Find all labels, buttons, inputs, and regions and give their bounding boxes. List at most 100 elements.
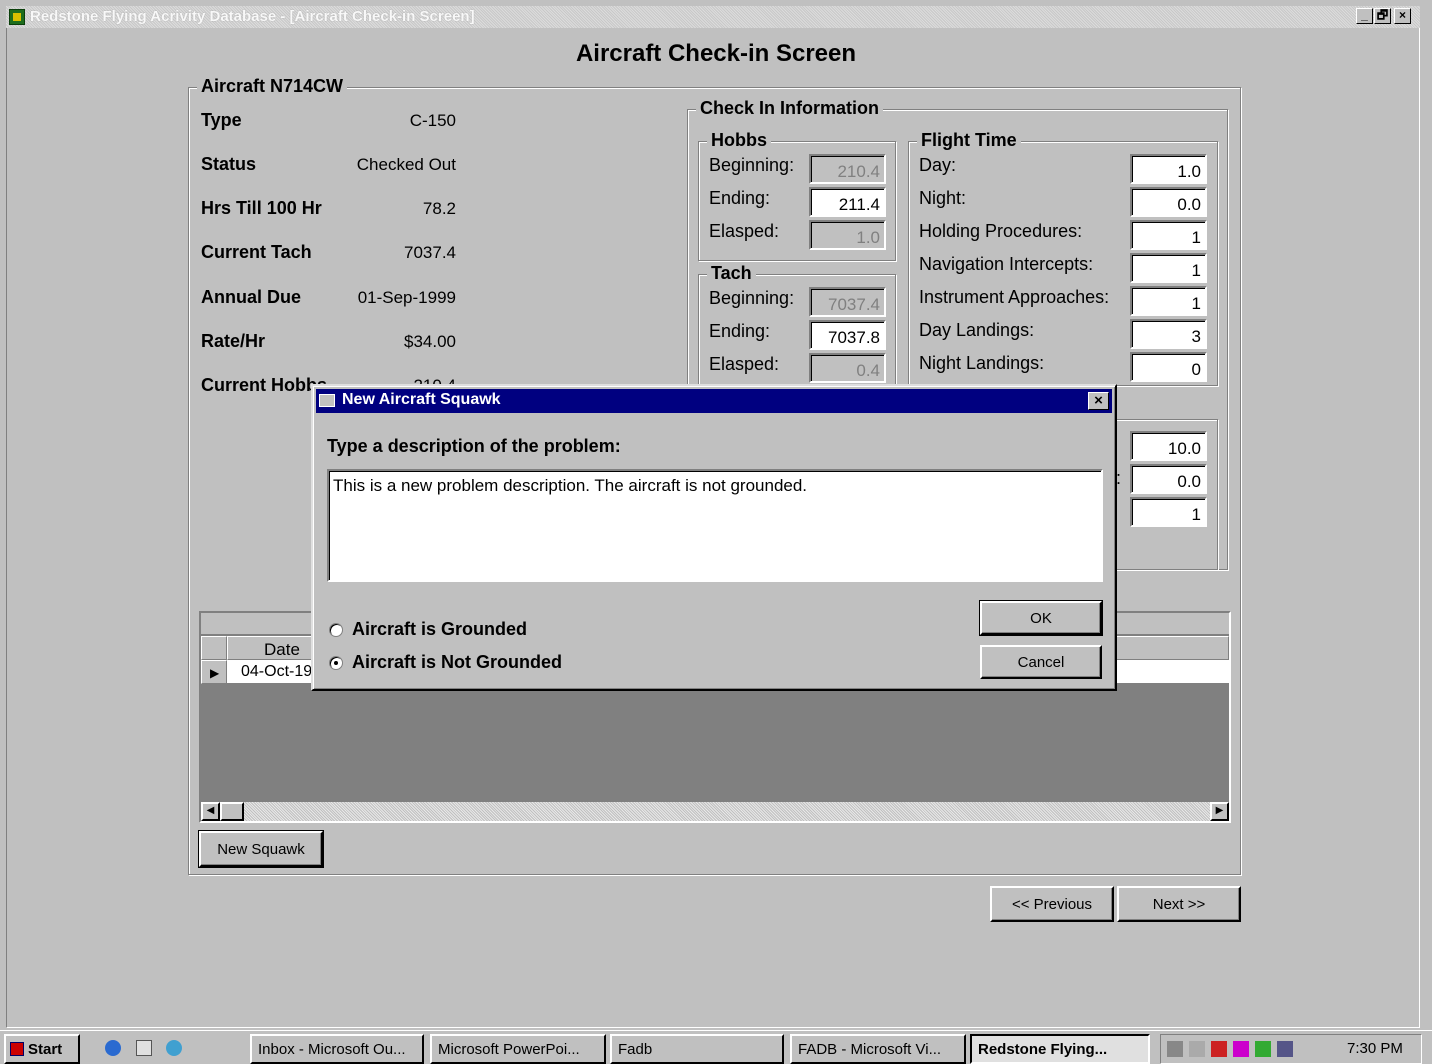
type-value: C-150 — [409, 111, 456, 130]
taskbar-item-inbox[interactable]: Inbox - Microsoft Ou... — [250, 1034, 424, 1064]
scroll-right-icon[interactable]: ▶ — [1210, 802, 1229, 821]
dialog-close-icon[interactable]: × — [1088, 392, 1109, 410]
grounded-label[interactable]: Aircraft is Grounded — [352, 619, 527, 640]
flight-time-label: Flight Time — [917, 130, 1021, 151]
previous-button[interactable]: << Previous — [990, 886, 1114, 922]
dialog-title: New Aircraft Squawk — [342, 391, 501, 408]
scroll-left-icon[interactable]: ◀ — [201, 802, 220, 821]
type-label: Type — [201, 110, 242, 130]
taskbar-item-fadb-folder[interactable]: Fadb — [610, 1034, 784, 1064]
taskbar-item-fadb-vi[interactable]: FADB - Microsoft Vi... — [790, 1034, 966, 1064]
night-field[interactable]: 0.0 — [1130, 187, 1207, 217]
taskbar-item-label: Fadb — [618, 1041, 653, 1058]
day-label: Day: — [919, 155, 957, 175]
tach-ending-field[interactable]: 7037.8 — [809, 320, 886, 350]
check-in-label: Check In Information — [696, 98, 884, 119]
windows-logo-icon — [10, 1042, 24, 1056]
hobbs-label: Hobbs — [707, 130, 771, 151]
page-title: Aircraft Check-in Screen — [575, 40, 857, 67]
window-title: Redstone Flying Acrivity Database - [Air… — [30, 8, 475, 25]
grounded-radio[interactable] — [329, 623, 343, 637]
volume-icon[interactable] — [1189, 1041, 1205, 1057]
day-landings-field[interactable]: 3 — [1130, 319, 1207, 349]
tach-beginning-field: 7037.4 — [809, 287, 886, 317]
tray-icon-4[interactable] — [1233, 1041, 1249, 1057]
tray-icon-6[interactable] — [1277, 1041, 1293, 1057]
status-value: Checked Out — [356, 155, 456, 174]
antivirus-icon[interactable] — [1211, 1041, 1227, 1057]
taskbar: Start Inbox - Microsoft Ou... Microsoft … — [0, 1030, 1432, 1064]
system-tray: 7:30 PM — [1160, 1034, 1422, 1064]
channels-icon[interactable] — [166, 1040, 182, 1056]
start-label: Start — [28, 1041, 63, 1058]
hobbs-elapsed-field: 1.0 — [809, 220, 886, 250]
hobbs-beginning-field: 210.4 — [809, 154, 886, 184]
hrs-till-100-value: 78.2 — [422, 199, 456, 218]
tray-icon-5[interactable] — [1255, 1041, 1271, 1057]
navigation-intercepts-field[interactable]: 1 — [1130, 253, 1207, 283]
night-landings-field[interactable]: 0 — [1130, 352, 1207, 382]
dialog-prompt: Type a description of the problem: — [327, 436, 621, 456]
current-hobbs-label: Current Hobbs — [201, 375, 327, 395]
current-tach-value: 7037.4 — [404, 243, 456, 262]
outlook-icon[interactable] — [136, 1040, 152, 1056]
not-grounded-radio[interactable] — [329, 656, 343, 670]
dialog-titlebar[interactable]: New Aircraft Squawk × — [316, 389, 1112, 413]
day-landings-label: Day Landings: — [919, 320, 1035, 340]
not-grounded-label[interactable]: Aircraft is Not Grounded — [352, 652, 562, 673]
taskbar-item-label: Redstone Flying... — [978, 1041, 1108, 1058]
taskbar-item-powerpoint[interactable]: Microsoft PowerPoi... — [430, 1034, 606, 1064]
annual-due-value: 01-Sep-1999 — [357, 288, 456, 307]
instrument-approaches-field[interactable]: 1 — [1130, 286, 1207, 316]
night-landings-label: Night Landings: — [919, 353, 1045, 373]
night-label: Night: — [919, 188, 967, 208]
clock[interactable]: 7:30 PM — [1347, 1040, 1403, 1057]
new-squawk-button[interactable]: New Squawk — [198, 830, 324, 868]
window-titlebar[interactable]: Redstone Flying Acrivity Database - [Air… — [6, 6, 1420, 28]
column-date-label: Date — [264, 640, 300, 659]
hobbs-ending-label: Ending: — [709, 188, 771, 208]
rate-label: Rate/Hr — [201, 331, 266, 351]
taskbar-item-label: FADB - Microsoft Vi... — [798, 1041, 942, 1058]
hobbs-elapsed-label: Elasped: — [709, 221, 780, 241]
other-field-3[interactable]: 1 — [1130, 497, 1207, 527]
description-textarea[interactable]: This is a new problem description. The a… — [327, 469, 1103, 582]
annual-due-label: Annual Due — [201, 287, 302, 307]
status-label: Status — [201, 154, 257, 174]
holding-procedures-field[interactable]: 1 — [1130, 220, 1207, 250]
new-squawk-dialog: New Aircraft Squawk × Type a description… — [311, 384, 1117, 691]
taskbar-item-redstone[interactable]: Redstone Flying... — [970, 1034, 1150, 1064]
grid-corner — [201, 636, 227, 660]
horizontal-scrollbar[interactable]: ◀ ▶ — [201, 802, 1229, 821]
minimize-button[interactable]: _ — [1356, 8, 1373, 24]
ok-button[interactable]: OK — [979, 600, 1103, 636]
rate-value: $34.00 — [404, 332, 456, 351]
tach-ending-label: Ending: — [709, 321, 771, 341]
hrs-till-100-label: Hrs Till 100 Hr — [201, 198, 322, 218]
browser-icon[interactable] — [105, 1040, 121, 1056]
day-field[interactable]: 1.0 — [1130, 154, 1207, 184]
other-field-1[interactable]: 10.0 — [1130, 431, 1207, 461]
start-button[interactable]: Start — [4, 1034, 80, 1064]
instrument-approaches-label: Instrument Approaches: — [919, 287, 1110, 307]
holding-procedures-label: Holding Procedures: — [919, 221, 1083, 241]
restore-button[interactable]: 🗗 — [1374, 8, 1391, 24]
tray-icon-1[interactable] — [1167, 1041, 1183, 1057]
hobbs-ending-field[interactable]: 211.4 — [809, 187, 886, 217]
row-selector-icon[interactable]: ▶ — [201, 660, 227, 684]
current-tach-label: Current Tach — [201, 242, 312, 262]
tach-label: Tach — [707, 263, 756, 284]
dialog-icon — [319, 394, 335, 407]
scroll-thumb[interactable] — [220, 802, 244, 821]
app-icon[interactable] — [9, 9, 25, 25]
tach-elapsed-field: 0.4 — [809, 353, 886, 383]
aircraft-group-label: Aircraft N714CW — [197, 76, 348, 97]
navigation-intercepts-label: Navigation Intercepts: — [919, 254, 1094, 274]
next-button[interactable]: Next >> — [1117, 886, 1241, 922]
cancel-button[interactable]: Cancel — [980, 645, 1102, 679]
taskbar-item-label: Inbox - Microsoft Ou... — [258, 1041, 406, 1058]
tach-elapsed-label: Elasped: — [709, 354, 780, 374]
close-button[interactable]: × — [1394, 8, 1411, 24]
other-field-2[interactable]: 0.0 — [1130, 464, 1207, 494]
hobbs-beginning-label: Beginning: — [709, 155, 795, 175]
